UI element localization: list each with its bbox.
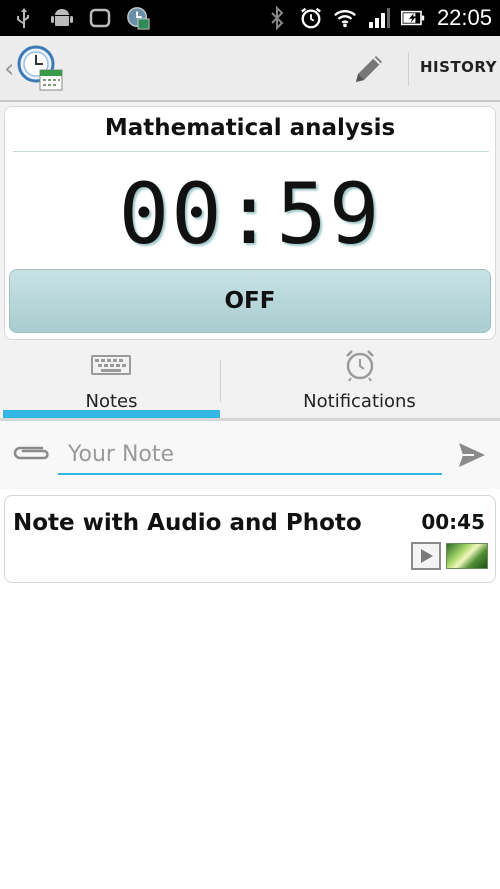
- watch-icon: [88, 6, 112, 30]
- timer-display: 00:59: [118, 165, 382, 263]
- action-bar-divider: [408, 52, 409, 86]
- tab-label-notifications: Notifications: [303, 391, 416, 412]
- up-chevron-icon[interactable]: ‹: [4, 54, 14, 84]
- notes-list: Note with Audio and Photo 00:45: [0, 489, 500, 889]
- pencil-icon[interactable]: [348, 50, 388, 90]
- action-bar: ‹ HISTORY: [0, 36, 500, 102]
- bluetooth-icon: [265, 6, 289, 30]
- photo-thumbnail[interactable]: [446, 543, 488, 569]
- android-icon: [50, 6, 74, 30]
- clock-calendar-icon[interactable]: [16, 44, 64, 92]
- keyboard-icon: [91, 348, 131, 382]
- play-icon[interactable]: [411, 542, 441, 570]
- paperclip-icon[interactable]: [12, 441, 52, 465]
- tab-divider: [220, 360, 221, 402]
- status-bar: 22:05: [0, 0, 500, 36]
- wifi-icon: [333, 6, 357, 30]
- note-input-bar: [0, 421, 500, 489]
- tab-label-notes: Notes: [85, 391, 138, 412]
- list-item[interactable]: Note with Audio and Photo 00:45: [4, 495, 496, 583]
- note-input[interactable]: [58, 435, 442, 475]
- status-time: 22:05: [436, 5, 492, 30]
- subject-title: Mathematical analysis: [104, 115, 396, 141]
- tab-notes[interactable]: Notes: [3, 342, 220, 420]
- battery-charging-icon: [400, 6, 425, 30]
- card-divider: [13, 151, 489, 152]
- tab-notifications[interactable]: Notifications: [222, 342, 497, 420]
- tab-bar: Notes Notifications: [0, 342, 500, 422]
- note-time: 00:45: [421, 510, 485, 534]
- note-title: Note with Audio and Photo: [13, 510, 362, 536]
- usb-icon: [12, 6, 36, 30]
- clock-badge-icon: [126, 6, 150, 30]
- timer-card: Mathematical analysis 00:59 OFF: [4, 106, 496, 340]
- alarm-clock-icon: [340, 348, 380, 382]
- signal-icon: [367, 6, 391, 30]
- send-icon[interactable]: [456, 439, 488, 471]
- alarm-icon: [299, 6, 323, 30]
- history-button[interactable]: HISTORY: [420, 58, 497, 76]
- timer-toggle-button[interactable]: OFF: [9, 269, 491, 333]
